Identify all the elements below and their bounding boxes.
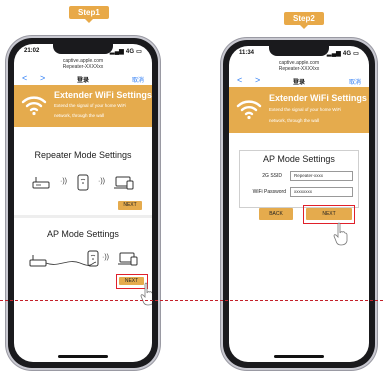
- pointing-hand-icon: [333, 222, 348, 246]
- ssid-label: 2G SSID: [262, 173, 282, 179]
- repeater-mode-title: Repeater Mode Settings: [34, 150, 132, 160]
- repeater-icon: [77, 174, 89, 191]
- banner-title: Extender WiFi Settings: [54, 90, 152, 100]
- step2-label: Step2: [284, 12, 324, 29]
- url-ssid: Repeater-XXXXxx: [278, 66, 320, 72]
- wifi-waves-icon: ·)): [60, 178, 67, 185]
- step1-label: Step1: [69, 6, 109, 23]
- signal-icon: ▂▄▆ 4G ▭: [326, 51, 359, 57]
- home-indicator: [58, 355, 108, 358]
- banner-subtitle-line2: network, through the wall: [269, 118, 320, 123]
- notch: [269, 46, 329, 56]
- signal-icon: ▂▄▆ 4G ▭: [109, 49, 142, 55]
- status-time: 11:34: [239, 50, 255, 56]
- banner-title: Extender WiFi Settings: [269, 93, 367, 103]
- password-label: WiFi Password: [252, 189, 286, 195]
- phone-step2: 11:34 ▂▄▆ 4G ▭ captive.apple.com Repeate…: [223, 40, 375, 368]
- home-indicator: [274, 355, 324, 358]
- wifi-icon: [236, 100, 262, 120]
- ap-topology: ·)): [14, 250, 152, 272]
- banner-subtitle-line1: Extend the signal of your home WiFi: [269, 107, 342, 112]
- cancel-link[interactable]: 取消: [349, 77, 361, 86]
- url-bar: captive.apple.com Repeater-XXXXxx: [14, 57, 152, 73]
- section-divider: [14, 215, 152, 218]
- ssid-input[interactable]: Repeater-xxxx: [290, 171, 353, 181]
- next-button[interactable]: NEXT: [306, 208, 352, 220]
- header-banner: Extender WiFi Settings Extend the signal…: [229, 87, 369, 133]
- password-input[interactable]: xxxxxxxx: [290, 187, 353, 197]
- wifi-icon: [21, 96, 47, 116]
- phone-step1: 21:02 ▂▄▆ 4G ▭ captive.apple.com Repeate…: [8, 38, 158, 368]
- router-icon: [32, 177, 50, 189]
- repeater-icon: [87, 250, 99, 267]
- notch: [53, 44, 113, 54]
- client-devices-icon: [118, 252, 138, 266]
- wifi-waves-icon: ·)): [102, 254, 109, 261]
- network-type: 4G: [125, 49, 135, 55]
- url-ssid: Repeater-XXXXxx: [62, 64, 104, 70]
- ap-form-title: AP Mode Settings: [263, 154, 335, 164]
- wifi-waves-icon: ·)): [98, 178, 105, 185]
- status-time: 21:02: [24, 48, 40, 54]
- back-button[interactable]: BACK: [259, 208, 293, 220]
- ap-mode-title: AP Mode Settings: [47, 229, 119, 239]
- pointing-hand-icon: [140, 282, 152, 306]
- repeater-next-button[interactable]: NEXT: [118, 201, 142, 210]
- banner-subtitle-line1: Extend the signal of your home WiFi: [54, 103, 127, 108]
- ap-settings-form: AP Mode Settings 2G SSID Repeater-xxxx W…: [239, 150, 359, 208]
- divider-dashed-line: [0, 300, 383, 301]
- phone1-screen: 21:02 ▂▄▆ 4G ▭ captive.apple.com Repeate…: [14, 44, 152, 362]
- header-banner: Extender WiFi Settings Extend the signal…: [14, 85, 152, 127]
- banner-subtitle-line2: network, through the wall: [54, 113, 105, 118]
- network-type: 4G: [342, 51, 352, 57]
- repeater-topology: ·)) ·)): [14, 174, 152, 196]
- phone2-screen: 11:34 ▂▄▆ 4G ▭ captive.apple.com Repeate…: [229, 46, 369, 362]
- url-bar: captive.apple.com Repeater-XXXXxx: [229, 59, 369, 75]
- client-devices-icon: [114, 176, 134, 190]
- cancel-link[interactable]: 取消: [132, 75, 144, 84]
